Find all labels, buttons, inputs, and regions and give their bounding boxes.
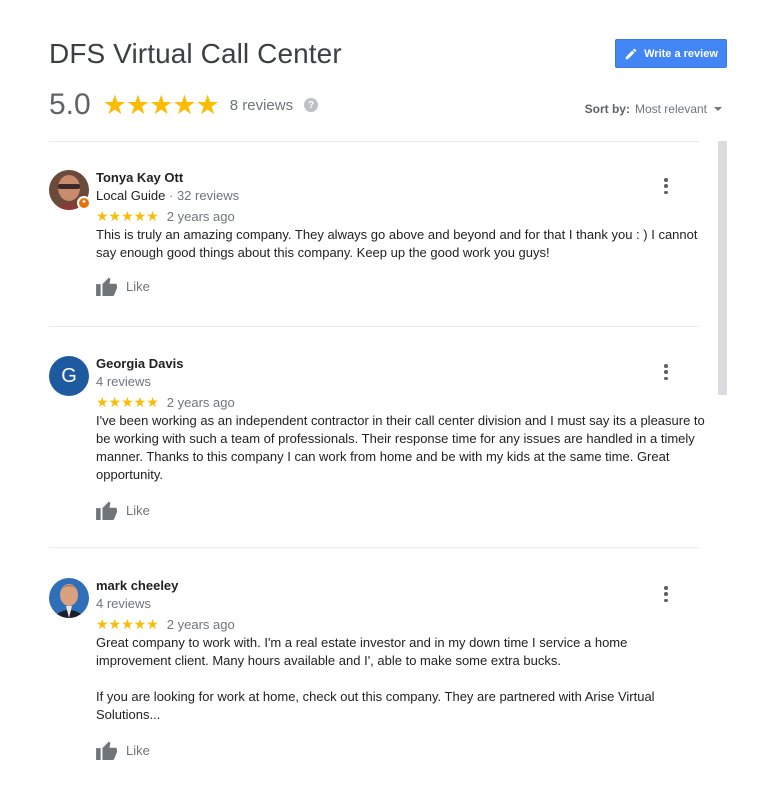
total-reviews: 8 reviews: [229, 96, 294, 114]
thumbs-up-icon: [96, 741, 117, 760]
like-label: Like: [126, 502, 150, 518]
review-stars: ★★★★★: [96, 394, 159, 410]
reviewer-review-count: 32 reviews: [176, 188, 240, 203]
reviewer-name[interactable]: Georgia Davis: [96, 356, 183, 371]
divider: [49, 141, 699, 142]
rating-stars: ★★★★★: [102, 89, 220, 120]
review-time: 2 years ago: [166, 617, 235, 632]
like-label: Like: [126, 278, 150, 294]
divider: [49, 326, 699, 327]
more-options-icon[interactable]: [661, 178, 671, 194]
page-title: DFS Virtual Call Center: [49, 38, 342, 69]
like-button[interactable]: Like: [96, 740, 150, 760]
review-text: I've been working as an independent cont…: [96, 413, 705, 482]
scrollbar[interactable]: [718, 141, 727, 395]
reviewer-name[interactable]: mark cheeley: [96, 578, 178, 593]
average-rating: 5.0: [49, 88, 91, 121]
like-button[interactable]: Like: [96, 276, 150, 296]
meta-separator: ·: [165, 188, 177, 203]
local-guide-label: Local Guide: [96, 188, 166, 203]
review-time: 2 years ago: [166, 395, 235, 410]
pencil-icon: [625, 48, 637, 59]
avatar[interactable]: G: [49, 356, 89, 396]
reviewer-name[interactable]: Tonya Kay Ott: [96, 170, 183, 185]
review-stars: ★★★★★: [96, 208, 159, 224]
like-label: Like: [126, 742, 150, 758]
help-icon[interactable]: ?: [304, 98, 319, 112]
rating-summary: 5.0 ★★★★★ 8 reviews ?: [49, 88, 319, 122]
thumbs-up-icon: [96, 277, 117, 296]
like-button[interactable]: Like: [96, 500, 150, 520]
divider: [49, 547, 699, 548]
reviewer-review-count: 4 reviews: [96, 374, 151, 389]
sort-value: Most relevant: [634, 102, 707, 116]
review-stars: ★★★★★: [96, 616, 159, 632]
review-text: Great company to work with. I'm a real e…: [96, 635, 655, 722]
write-review-label: Write a review: [644, 47, 718, 60]
reviewer-review-count: 4 reviews: [96, 596, 151, 611]
write-review-button[interactable]: Write a review: [615, 39, 727, 68]
more-options-icon[interactable]: [661, 586, 671, 602]
local-guide-badge-icon: [77, 196, 91, 210]
sort-label: Sort by:: [584, 102, 630, 116]
review-text: This is truly an amazing company. They a…: [96, 227, 698, 260]
avatar[interactable]: [49, 578, 89, 618]
user-photo: [49, 578, 89, 618]
more-options-icon[interactable]: [661, 364, 671, 380]
thumbs-up-icon: [96, 501, 117, 520]
caret-down-icon: [714, 107, 722, 111]
sort-dropdown[interactable]: Sort by: Most relevant: [585, 102, 722, 116]
reviewer-meta: Local Guide · 32 reviews: [96, 188, 239, 203]
review-time: 2 years ago: [166, 209, 235, 224]
